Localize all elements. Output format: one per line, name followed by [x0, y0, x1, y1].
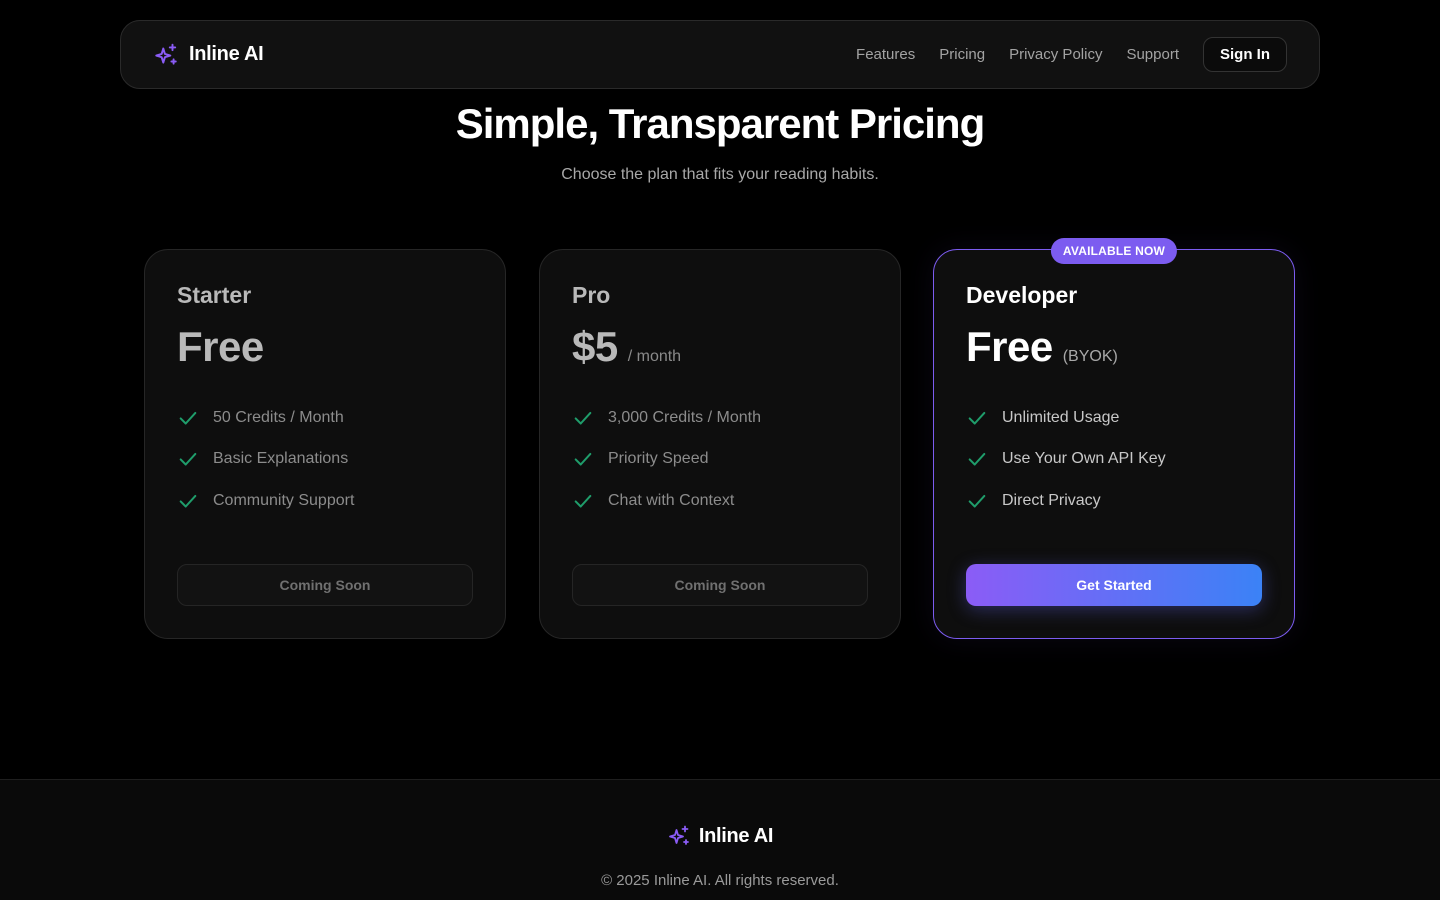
coming-soon-button: Coming Soon — [177, 564, 473, 606]
nav-links: Features Pricing Privacy Policy Support … — [856, 37, 1287, 72]
feature-text: 50 Credits / Month — [213, 408, 344, 426]
check-icon — [179, 411, 197, 425]
plan-price-row: Free — [177, 323, 473, 375]
list-item: Direct Privacy — [966, 480, 1262, 522]
list-item: Community Support — [177, 480, 473, 522]
plan-card-developer: AVAILABLE NOW Developer Free (BYOK) Unli… — [933, 238, 1295, 639]
plan-price: $5 — [572, 323, 618, 370]
sparkles-icon — [668, 825, 689, 845]
plan-price: Free — [177, 323, 264, 370]
check-icon — [179, 453, 197, 466]
page-subtitle: Choose the plan that fits your reading h… — [561, 166, 879, 183]
coming-soon-button: Coming Soon — [572, 564, 868, 606]
nav-link-privacy-policy[interactable]: Privacy Policy — [1009, 46, 1102, 63]
list-item: Chat with Context — [572, 480, 868, 522]
list-item: 50 Credits / Month — [177, 397, 473, 439]
sign-in-button[interactable]: Sign In — [1203, 37, 1287, 72]
plan-card-starter: Starter Free 50 Credits / Month Basic Ex… — [144, 249, 506, 639]
nav-link-pricing[interactable]: Pricing — [939, 46, 985, 63]
plan-name: Pro — [572, 282, 611, 308]
feature-text: Chat with Context — [608, 491, 735, 509]
footer: Inline AI © 2025 Inline AI. All rights r… — [0, 779, 1440, 900]
copyright-text: © 2025 Inline AI. All rights reserved. — [601, 872, 839, 889]
feature-text: Basic Explanations — [213, 450, 349, 468]
available-now-badge: AVAILABLE NOW — [1050, 238, 1178, 264]
feature-list: 50 Credits / Month Basic Explanations Co… — [177, 397, 473, 522]
feature-text: Use Your Own API Key — [1002, 450, 1166, 468]
check-icon — [574, 453, 592, 466]
plan-name: Starter — [177, 282, 252, 308]
feature-text: Priority Speed — [608, 450, 709, 468]
plan-name: Developer — [966, 282, 1078, 308]
brand-logo[interactable]: Inline AI — [153, 42, 264, 68]
top-navbar: Inline AI Features Pricing Privacy Polic… — [120, 20, 1320, 89]
pricing-page: Inline AI Features Pricing Privacy Polic… — [0, 0, 1440, 900]
list-item: Basic Explanations — [177, 439, 473, 481]
list-item: 3,000 Credits / Month — [572, 397, 868, 439]
footer-brand: Inline AI — [0, 824, 1440, 848]
list-item: Unlimited Usage — [966, 397, 1262, 439]
plan-price: Free — [966, 323, 1053, 370]
feature-text: Community Support — [213, 491, 355, 509]
feature-list: 3,000 Credits / Month Priority Speed Cha… — [572, 397, 868, 522]
check-icon — [968, 494, 986, 508]
nav-link-features[interactable]: Features — [856, 46, 915, 63]
page-title: Simple, Transparent Pricing — [455, 100, 986, 147]
plan-price-row: Free (BYOK) — [966, 323, 1262, 375]
check-icon — [968, 453, 986, 466]
check-icon — [968, 411, 986, 425]
list-item: Use Your Own API Key — [966, 439, 1262, 481]
nav-link-support[interactable]: Support — [1126, 46, 1179, 63]
feature-text: Direct Privacy — [1002, 491, 1101, 509]
check-icon — [574, 494, 592, 508]
footer-brand-name: Inline AI — [698, 824, 774, 847]
brand-name: Inline AI — [189, 43, 264, 65]
plan-price-suffix: / month — [627, 348, 682, 365]
get-started-button[interactable]: Get Started — [966, 564, 1262, 606]
plan-card-pro: Pro $5 / month 3,000 Credits / Month Pri… — [539, 249, 901, 639]
pricing-cards: Starter Free 50 Credits / Month Basic Ex… — [144, 238, 1296, 639]
plan-price-suffix: (BYOK) — [1062, 348, 1118, 365]
feature-text: 3,000 Credits / Month — [608, 408, 761, 426]
list-item: Priority Speed — [572, 439, 868, 481]
sparkles-icon — [155, 43, 177, 65]
check-icon — [574, 411, 592, 425]
feature-list: Unlimited Usage Use Your Own API Key Dir… — [966, 397, 1262, 522]
feature-text: Unlimited Usage — [1002, 408, 1120, 426]
check-icon — [179, 494, 197, 508]
plan-price-row: $5 / month — [572, 323, 868, 375]
